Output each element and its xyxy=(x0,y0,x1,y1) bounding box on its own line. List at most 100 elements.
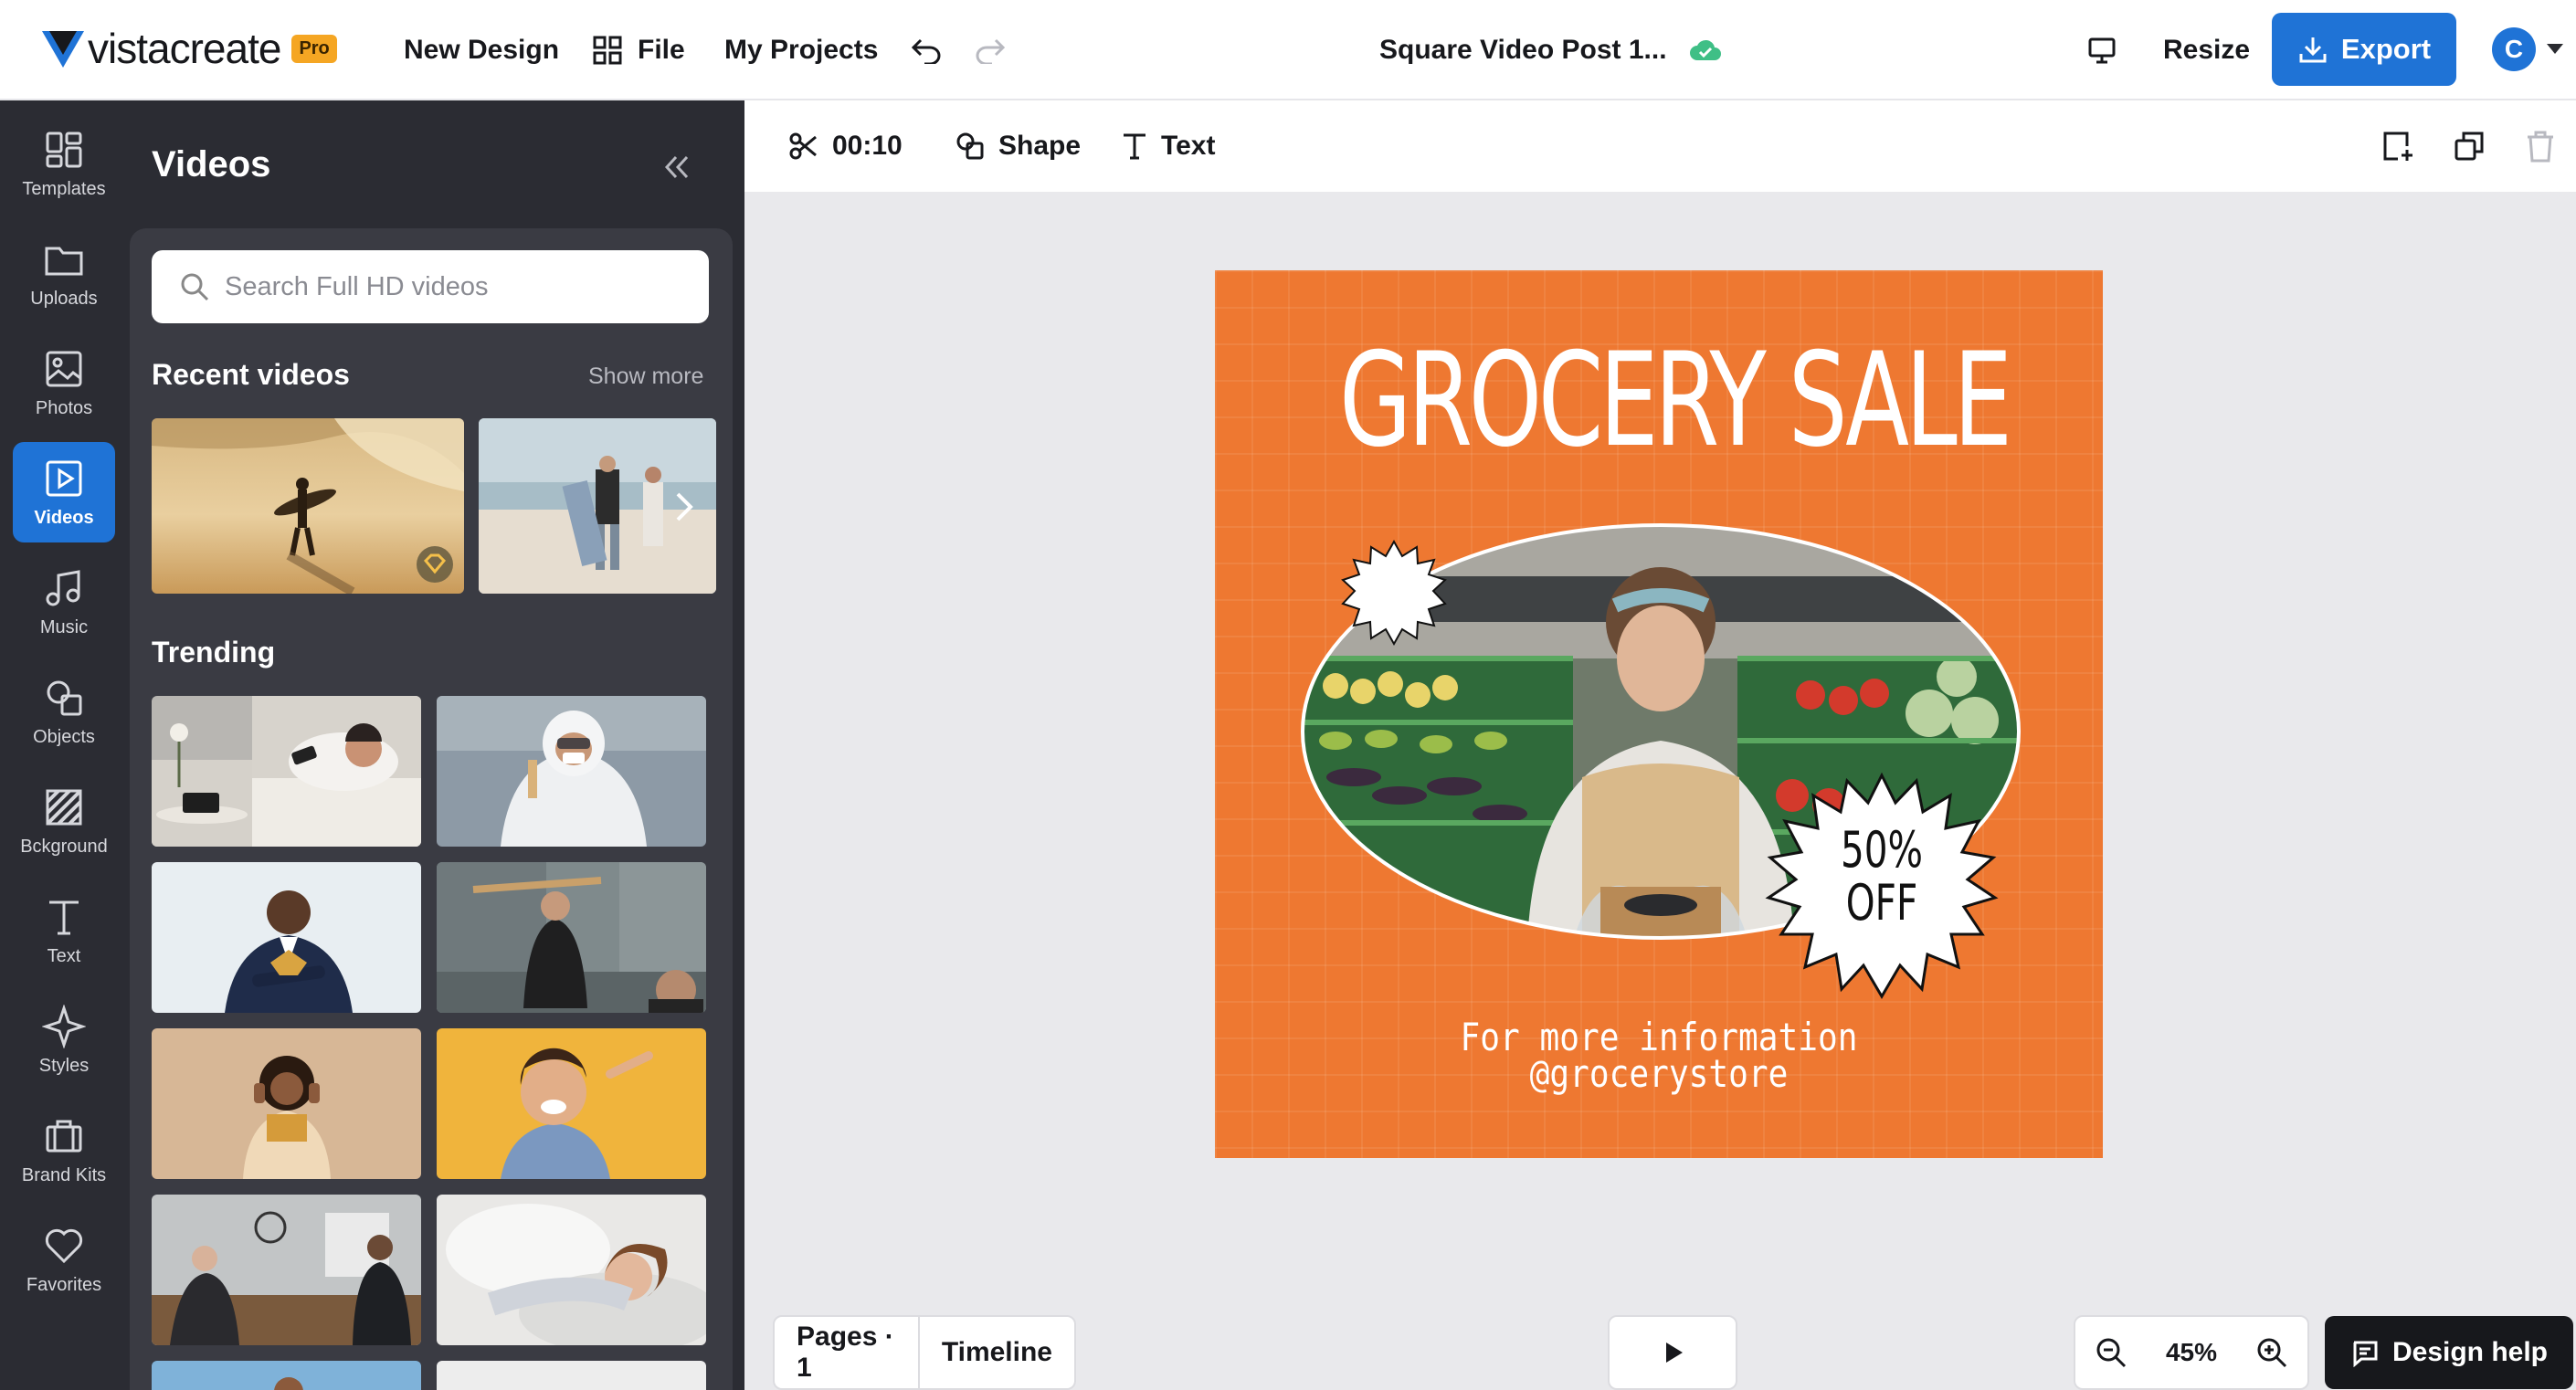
pages-timeline-control: Pages · 1 Timeline xyxy=(773,1315,1076,1390)
videos-panel: Videos Recent videos Show more xyxy=(128,100,744,1390)
trending-video-thumb[interactable] xyxy=(152,1361,421,1390)
trending-video-thumb[interactable] xyxy=(152,1195,421,1345)
shape-icon xyxy=(956,132,984,160)
grid-icon xyxy=(593,36,622,65)
redo-button[interactable] xyxy=(974,0,1007,100)
app-logo[interactable]: vistacreate Pro xyxy=(40,25,337,72)
text-icon xyxy=(1124,133,1145,160)
design-canvas[interactable]: GROCERY SALE 50% OFF For more informatio… xyxy=(1215,270,2103,1158)
design-headline[interactable]: GROCERY SALE xyxy=(1339,325,2012,476)
rail-label: Objects xyxy=(33,726,95,747)
recent-videos-title: Recent videos xyxy=(152,358,350,391)
briefcase-icon xyxy=(46,1120,82,1152)
heart-icon xyxy=(45,1228,83,1263)
rail-label: Bckground xyxy=(20,836,108,857)
rail-label: Brand Kits xyxy=(21,1164,107,1185)
add-page-button[interactable] xyxy=(2380,128,2416,164)
design-help-button[interactable]: Design help xyxy=(2325,1316,2573,1389)
file-menu-button[interactable]: File xyxy=(592,0,685,100)
zoom-in-icon[interactable] xyxy=(2255,1336,2288,1369)
image-icon xyxy=(46,351,82,386)
rail-item-uploads[interactable]: Uploads xyxy=(13,223,115,323)
trending-video-thumb[interactable] xyxy=(437,862,706,1013)
rail-item-templates[interactable]: Templates xyxy=(13,113,115,214)
shapes-icon xyxy=(47,680,82,715)
my-projects-button[interactable]: My Projects xyxy=(724,0,878,100)
video-icon xyxy=(46,460,82,496)
shape-button[interactable]: Shape xyxy=(955,100,1081,192)
zoom-out-icon[interactable] xyxy=(2095,1336,2127,1369)
rail-label: Uploads xyxy=(30,288,98,309)
export-button[interactable]: Export xyxy=(2272,13,2456,86)
duplicate-button[interactable] xyxy=(2451,128,2487,164)
video-search-box[interactable] xyxy=(152,250,709,323)
my-projects-label: My Projects xyxy=(724,35,879,65)
download-icon xyxy=(2299,37,2327,63)
sparkle-icon xyxy=(42,1004,86,1048)
rail-item-text[interactable]: Text xyxy=(13,880,115,981)
trending-video-thumb[interactable] xyxy=(437,696,706,847)
present-icon xyxy=(2088,37,2116,64)
collapse-panel-icon[interactable] xyxy=(658,152,694,183)
info-line-2[interactable]: @grocerystore xyxy=(1277,1054,2041,1094)
play-button[interactable] xyxy=(1608,1315,1737,1390)
rail-item-favorites[interactable]: Favorites xyxy=(13,1209,115,1310)
document-title[interactable]: Square Video Post 1... xyxy=(1379,0,1722,100)
add-frame-icon xyxy=(2383,132,2412,161)
premium-gem-icon xyxy=(417,546,453,583)
text-icon xyxy=(49,900,79,934)
rail-item-styles[interactable]: Styles xyxy=(13,990,115,1090)
timeline-button[interactable]: Timeline xyxy=(920,1317,1074,1388)
chat-icon xyxy=(2353,1341,2378,1367)
trending-video-thumb[interactable] xyxy=(437,1195,706,1345)
trending-video-thumb[interactable] xyxy=(152,862,421,1013)
rail-item-music[interactable]: Music xyxy=(13,552,115,652)
export-label: Export xyxy=(2340,33,2432,65)
top-bar: vistacreate Pro New Design File My Proje… xyxy=(0,0,2576,100)
rail-label: Text xyxy=(47,945,81,966)
badge-off: OFF xyxy=(1845,874,1918,932)
trash-icon xyxy=(2528,131,2553,163)
rail-item-videos[interactable]: Videos xyxy=(13,442,115,542)
recent-video-thumb[interactable] xyxy=(152,418,464,594)
present-button[interactable] xyxy=(2086,0,2117,100)
panel-content: Recent videos Show more xyxy=(130,228,733,1390)
rail-item-brand-kits[interactable]: Brand Kits xyxy=(13,1100,115,1200)
rail-item-background[interactable]: Bckground xyxy=(13,771,115,871)
scissors-icon xyxy=(789,132,817,160)
text-button[interactable]: Text xyxy=(1121,100,1215,192)
search-icon xyxy=(181,273,209,301)
badge-percent: 50% xyxy=(1840,821,1924,879)
new-design-button[interactable]: New Design xyxy=(404,0,559,100)
play-icon xyxy=(1666,1343,1683,1363)
rail-item-photos[interactable]: Photos xyxy=(13,332,115,433)
zoom-level[interactable]: 45% xyxy=(2166,1338,2217,1367)
pages-button[interactable]: Pages · 1 xyxy=(775,1317,918,1388)
panel-title: Videos xyxy=(152,144,271,184)
search-input[interactable] xyxy=(225,271,681,302)
file-label: File xyxy=(638,35,685,65)
trending-video-thumb[interactable] xyxy=(437,1361,706,1390)
user-avatar[interactable]: C xyxy=(2492,27,2536,71)
text-label: Text xyxy=(1161,131,1216,161)
trending-video-thumb[interactable] xyxy=(152,1028,421,1179)
rail-item-objects[interactable]: Objects xyxy=(13,661,115,762)
rail-label: Templates xyxy=(22,178,106,199)
chevron-down-icon[interactable] xyxy=(2547,44,2563,54)
trending-video-thumb[interactable] xyxy=(437,1028,706,1179)
rail-label: Styles xyxy=(38,1055,90,1076)
show-more-link[interactable]: Show more xyxy=(588,363,703,390)
duplicate-icon xyxy=(2455,132,2484,161)
chevron-right-icon[interactable] xyxy=(670,489,698,525)
trending-video-thumb[interactable] xyxy=(152,696,421,847)
trending-title: Trending xyxy=(152,636,276,669)
trim-duration-button[interactable]: 00:10 xyxy=(788,100,903,192)
new-design-label: New Design xyxy=(404,35,560,65)
delete-button[interactable] xyxy=(2522,128,2559,164)
resize-button[interactable]: Resize xyxy=(2163,0,2250,100)
undo-button[interactable] xyxy=(910,0,943,100)
rail-label: Photos xyxy=(35,397,93,418)
redo-icon xyxy=(976,38,1006,64)
logo-text: vistacreate xyxy=(88,25,281,72)
rail-label: Videos xyxy=(34,507,94,528)
